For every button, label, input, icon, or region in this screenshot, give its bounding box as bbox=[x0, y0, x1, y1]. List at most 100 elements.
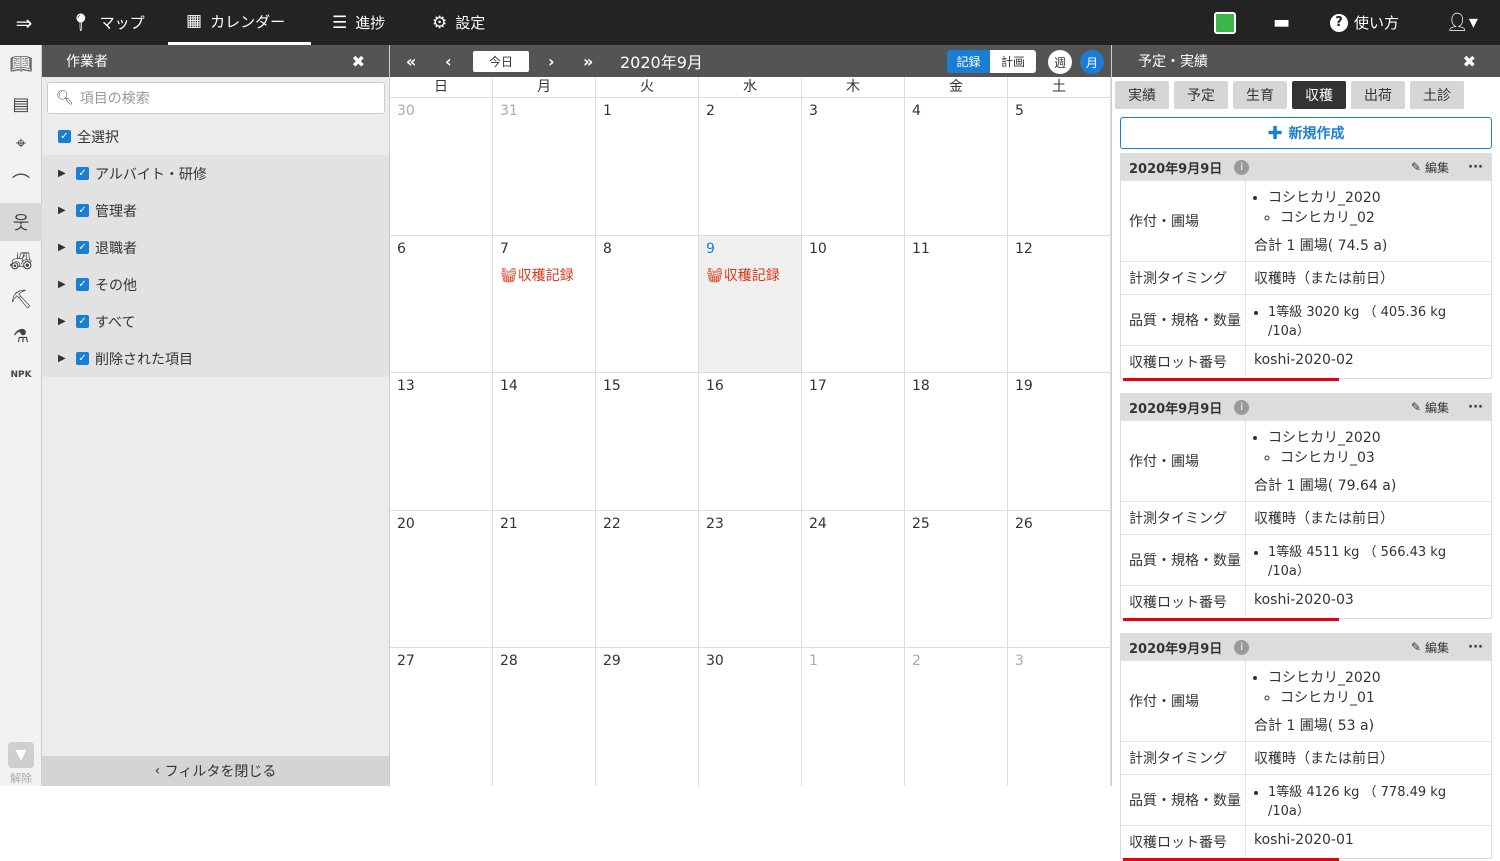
checkbox[interactable]: ✓ bbox=[76, 204, 89, 217]
day-cell[interactable]: 19 bbox=[1008, 373, 1111, 510]
month-view-button[interactable]: 月 bbox=[1080, 50, 1104, 74]
double-chevron-right-icon[interactable]: » bbox=[583, 45, 593, 77]
day-cell[interactable]: 2 bbox=[905, 648, 1008, 786]
chat-icon[interactable]: ▬ bbox=[1273, 0, 1290, 45]
chevron-right-icon[interactable]: › bbox=[548, 45, 555, 77]
expand-icon[interactable]: ▶ bbox=[58, 279, 70, 290]
edit-button[interactable]: ✎ 編集 bbox=[1411, 634, 1449, 660]
expand-icon[interactable]: ▶ bbox=[58, 353, 70, 364]
day-cell[interactable]: 1 bbox=[802, 648, 905, 786]
info-icon[interactable]: i bbox=[1234, 399, 1250, 415]
new-record-button[interactable]: ✚ 新規作成 bbox=[1120, 117, 1492, 149]
day-cell[interactable]: 22 bbox=[596, 510, 699, 648]
expand-icon[interactable]: ▶ bbox=[58, 205, 70, 216]
help-link[interactable]: ? 使い方 bbox=[1330, 0, 1399, 45]
user-menu-icon[interactable]: 👤︎▾ bbox=[1446, 0, 1478, 45]
flask-icon[interactable]: ⚗︎ bbox=[5, 320, 37, 352]
edit-button[interactable]: ✎ 編集 bbox=[1411, 394, 1449, 420]
tab-actual[interactable]: 実績 bbox=[1115, 81, 1169, 109]
day-cell[interactable]: 27 bbox=[390, 648, 493, 786]
close-icon[interactable]: ✖ bbox=[1463, 52, 1476, 71]
day-cell[interactable]: 12 bbox=[1008, 235, 1111, 373]
tab-growth[interactable]: 生育 bbox=[1233, 81, 1287, 109]
day-cell[interactable]: 3 bbox=[1008, 648, 1111, 786]
close-icon[interactable]: ✖ bbox=[352, 52, 365, 71]
wheelbarrow-icon[interactable]: ⛏︎ bbox=[5, 283, 37, 315]
day-cell[interactable]: 25 bbox=[905, 510, 1008, 648]
double-chevron-left-icon[interactable]: « bbox=[406, 45, 416, 77]
day-cell[interactable]: 30 bbox=[390, 98, 493, 235]
location-icon[interactable]: ⌖ bbox=[5, 127, 37, 159]
day-cell[interactable]: 8 bbox=[596, 235, 699, 373]
day-cell[interactable]: 7 🧺︎収穫記録 bbox=[493, 235, 596, 373]
day-cell[interactable]: 17 bbox=[802, 373, 905, 510]
document-icon[interactable]: ▤ bbox=[5, 88, 37, 120]
day-cell[interactable]: 2 bbox=[699, 98, 802, 235]
tractor-icon[interactable]: 🚜︎ bbox=[5, 245, 37, 277]
harvest-event[interactable]: 🧺︎収穫記録 bbox=[706, 265, 794, 285]
field-book-icon[interactable] bbox=[1214, 0, 1236, 45]
nav-map[interactable]: 📍︎ マップ bbox=[70, 0, 145, 45]
tree-item[interactable]: ▶ ✓ その他 bbox=[42, 266, 389, 303]
day-cell[interactable]: 1 bbox=[596, 98, 699, 235]
checkbox[interactable]: ✓ bbox=[76, 278, 89, 291]
day-cell[interactable]: 16 bbox=[699, 373, 802, 510]
day-cell[interactable]: 31 bbox=[493, 98, 596, 235]
day-cell[interactable]: 4 bbox=[905, 98, 1008, 235]
sickle-icon[interactable]: ⌒ bbox=[5, 166, 37, 198]
tab-harvest[interactable]: 収穫 bbox=[1292, 81, 1346, 109]
search-input[interactable]: 🔍︎ 項目の検索 bbox=[47, 82, 385, 114]
day-cell[interactable]: 11 bbox=[905, 235, 1008, 373]
checkbox[interactable]: ✓ bbox=[76, 241, 89, 254]
clear-filter-button[interactable]: ▼ 解除 bbox=[0, 736, 42, 786]
menu-toggle-icon[interactable]: ⇒ bbox=[0, 0, 48, 45]
week-view-button[interactable]: 週 bbox=[1048, 50, 1072, 74]
day-cell[interactable]: 6 bbox=[390, 235, 493, 373]
expand-icon[interactable]: ▶ bbox=[58, 242, 70, 253]
day-cell[interactable]: 24 bbox=[802, 510, 905, 648]
worker-icon[interactable]: 웃 bbox=[0, 203, 42, 241]
day-cell[interactable]: 21 bbox=[493, 510, 596, 648]
close-filter-button[interactable]: ‹ フィルタを閉じる bbox=[42, 756, 389, 786]
edit-button[interactable]: ✎ 編集 bbox=[1411, 154, 1449, 180]
tree-item[interactable]: ▶ ✓ 管理者 bbox=[42, 192, 389, 229]
day-cell[interactable]: 10 bbox=[802, 235, 905, 373]
expand-icon[interactable]: ▶ bbox=[58, 168, 70, 179]
nav-settings[interactable]: ⚙ 設定 bbox=[432, 0, 485, 45]
day-cell[interactable]: 26 bbox=[1008, 510, 1111, 648]
select-all-row[interactable]: ✓ 全選択 bbox=[42, 118, 389, 155]
checkbox[interactable]: ✓ bbox=[76, 167, 89, 180]
tree-item[interactable]: ▶ ✓ すべて bbox=[42, 303, 389, 340]
day-cell[interactable]: 23 bbox=[699, 510, 802, 648]
tab-soil[interactable]: 土診 bbox=[1410, 81, 1464, 109]
day-cell[interactable]: 15 bbox=[596, 373, 699, 510]
tree-item[interactable]: ▶ ✓ アルバイト・研修 bbox=[42, 155, 389, 192]
day-cell[interactable]: 20 bbox=[390, 510, 493, 648]
more-icon[interactable]: ··· bbox=[1468, 154, 1483, 180]
day-cell[interactable]: 3 bbox=[802, 98, 905, 235]
tab-shipment[interactable]: 出荷 bbox=[1351, 81, 1405, 109]
more-icon[interactable]: ··· bbox=[1468, 394, 1483, 420]
harvest-event[interactable]: 🧺︎収穫記録 bbox=[500, 265, 588, 285]
today-cell[interactable]: 9 🧺︎収穫記録 bbox=[699, 235, 802, 373]
day-cell[interactable]: 29 bbox=[596, 648, 699, 786]
nav-progress[interactable]: ☰ 進捗 bbox=[332, 0, 385, 45]
info-icon[interactable]: i bbox=[1234, 159, 1250, 175]
day-cell[interactable]: 30 bbox=[699, 648, 802, 786]
fertilizer-npk-icon[interactable]: NPK bbox=[5, 359, 37, 391]
checkbox[interactable]: ✓ bbox=[76, 352, 89, 365]
day-cell[interactable]: 13 bbox=[390, 373, 493, 510]
book-icon[interactable]: 📖︎ bbox=[5, 48, 37, 80]
nav-calendar[interactable]: ▦ カレンダー bbox=[168, 0, 311, 45]
tree-item[interactable]: ▶ ✓ 削除された項目 bbox=[42, 340, 389, 377]
more-icon[interactable]: ··· bbox=[1468, 634, 1483, 660]
tab-plan[interactable]: 予定 bbox=[1174, 81, 1228, 109]
day-cell[interactable]: 5 bbox=[1008, 98, 1111, 235]
record-toggle[interactable]: 記録 bbox=[947, 50, 990, 73]
today-button[interactable]: 今日 bbox=[473, 51, 529, 72]
day-cell[interactable]: 18 bbox=[905, 373, 1008, 510]
info-icon[interactable]: i bbox=[1234, 639, 1250, 655]
tree-item[interactable]: ▶ ✓ 退職者 bbox=[42, 229, 389, 266]
checkbox[interactable]: ✓ bbox=[76, 315, 89, 328]
plan-toggle[interactable]: 計画 bbox=[990, 50, 1036, 73]
